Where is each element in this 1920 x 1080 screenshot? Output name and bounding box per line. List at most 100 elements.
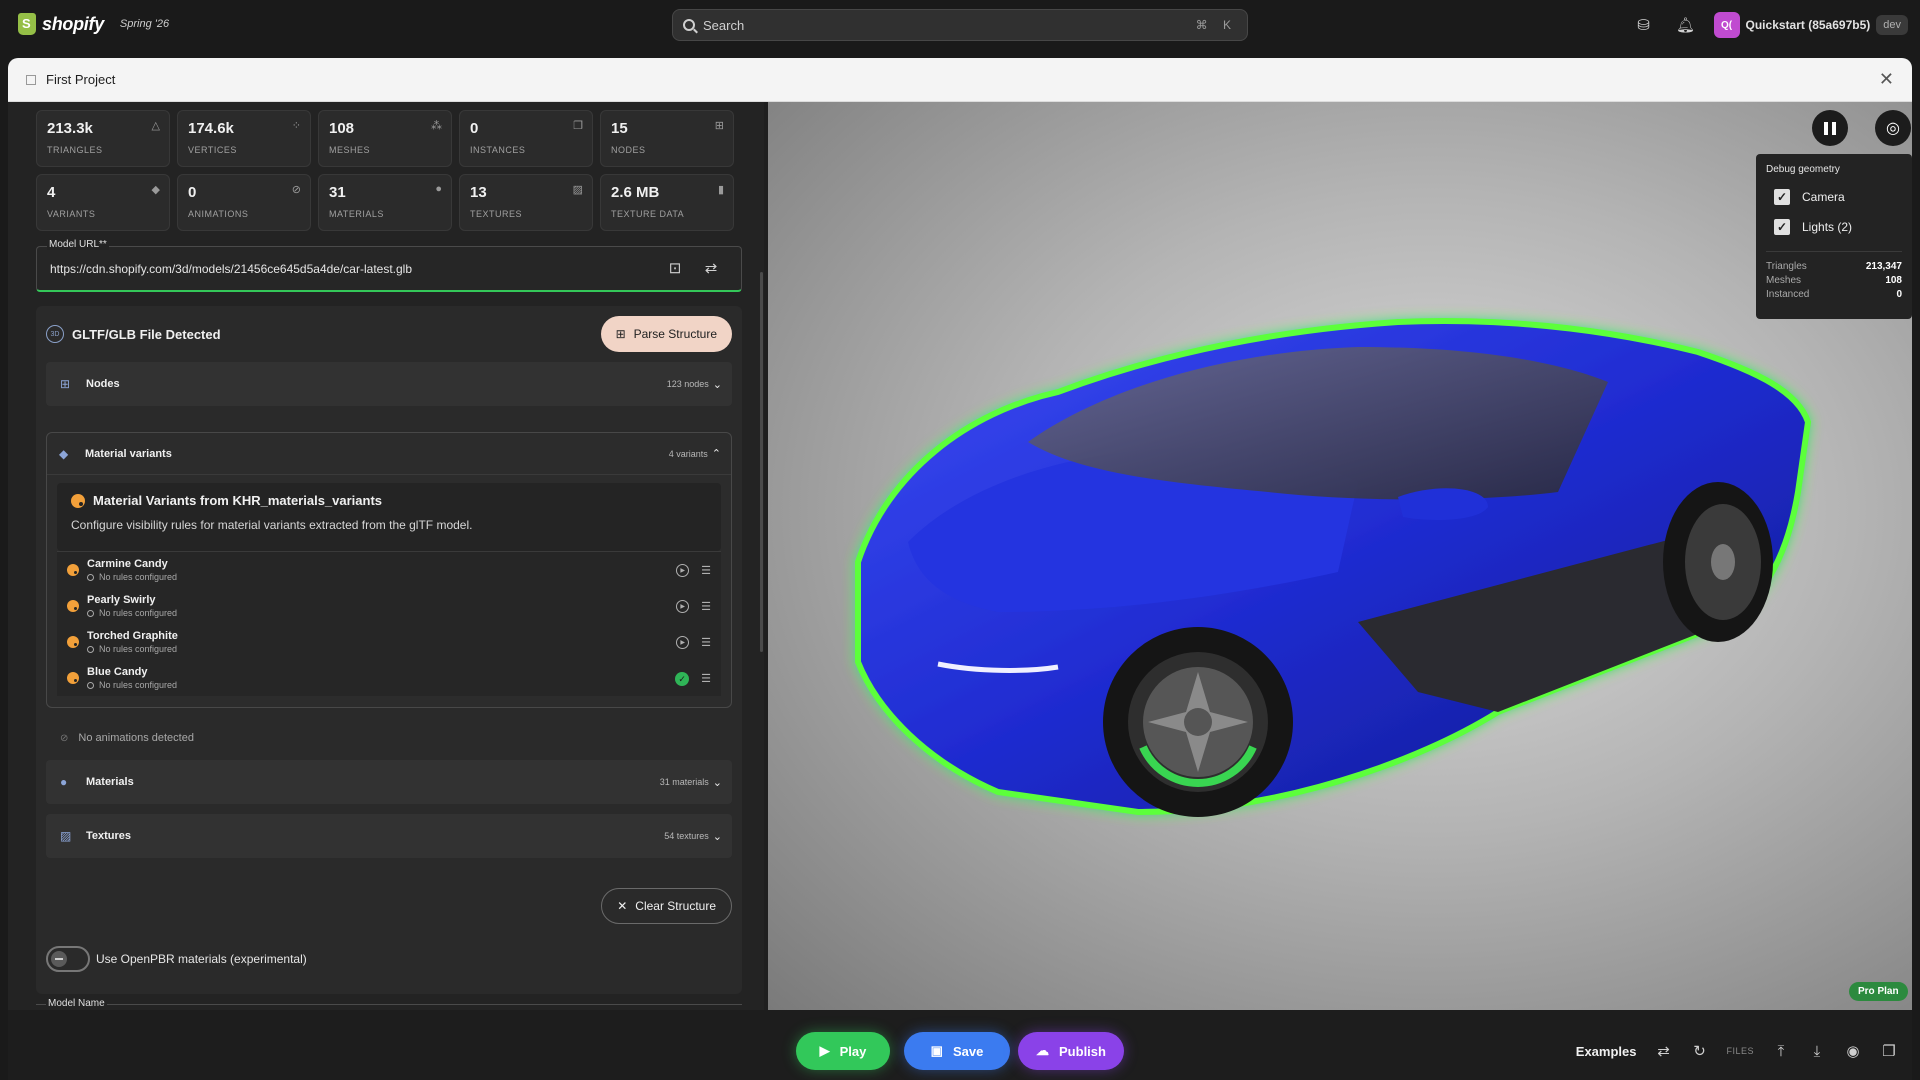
debug-stats: Triangles 213,347 Meshes 108 Instanced 0 <box>1766 251 1902 302</box>
lights-label: Lights (2) <box>1802 220 1853 234</box>
debug-stat-row: Meshes 108 <box>1766 274 1902 288</box>
dev-badge: dev <box>1876 15 1908 35</box>
palette-icon <box>67 564 79 576</box>
lights-checkbox[interactable]: ✓ <box>1774 219 1790 235</box>
variant-name: Torched Graphite <box>87 630 178 642</box>
model-url-label: Model URL** <box>47 239 109 250</box>
front-wheel <box>1103 627 1293 817</box>
debug-stat-row: Instanced 0 <box>1766 288 1902 302</box>
settings-sliders-icon[interactable]: ☰ <box>701 600 711 613</box>
gltf-card: 3D GLTF/GLB File Detected ⊞ Parse Struct… <box>36 306 742 994</box>
stat-label: VERTICES <box>188 145 237 155</box>
search-icon <box>683 19 695 31</box>
save-button[interactable]: ▣ Save <box>904 1032 1010 1070</box>
variant-item[interactable]: Pearly Swirly No rules configured ▶ ☰ <box>57 588 721 624</box>
season-label: Spring '26 <box>119 18 170 30</box>
top-right-controls: ⛁ 🔔︎ Q( Quickstart (85a697b5) dev <box>1630 11 1908 39</box>
camera-checkbox[interactable]: ✓ <box>1774 189 1790 205</box>
palette-icon <box>67 636 79 648</box>
stat-label: TEXTURE DATA <box>611 209 685 219</box>
swap-icon[interactable]: ⇄ <box>1654 1042 1672 1060</box>
active-check-icon[interactable]: ✓ <box>675 672 690 686</box>
stat-value: 4 <box>47 184 56 201</box>
store-switcher-icon[interactable]: ⛁ <box>1630 11 1658 39</box>
openpbr-toggle-row: Use OpenPBR materials (experimental) <box>46 946 307 972</box>
animation-icon: ⊘ <box>291 184 301 196</box>
swap-icon[interactable]: ⇄ <box>701 259 721 279</box>
material-variants-header[interactable]: ◆ Material variants 4 variants ⌃ <box>47 433 731 475</box>
car-model[interactable] <box>798 292 1848 852</box>
variant-item[interactable]: Carmine Candy No rules configured ▶ ☰ <box>57 552 721 588</box>
search-bar[interactable]: Search ⌘ K <box>672 9 1248 41</box>
settings-sliders-icon[interactable]: ☰ <box>701 636 711 649</box>
settings-sliders-icon[interactable]: ☰ <box>701 672 711 686</box>
lights-option[interactable]: ✓ Lights (2) <box>1774 219 1902 235</box>
search-shortcut: ⌘ K <box>1195 18 1237 32</box>
publish-button[interactable]: ☁ Publish <box>1018 1032 1124 1070</box>
parse-structure-label: Parse Structure <box>633 327 717 341</box>
nodes-count: 123 nodes <box>666 379 709 389</box>
stat-card-meshes: 108 MESHES ⁂ <box>318 110 452 167</box>
stat-card-animations: 0 ANIMATIONS ⊘ <box>177 174 311 231</box>
rear-wheel <box>1663 482 1773 642</box>
chevron-down-icon: ⌄ <box>712 378 722 391</box>
play-button[interactable]: ▶ Play <box>796 1032 890 1070</box>
reset-icon[interactable]: ↻ <box>1690 1042 1708 1060</box>
shopify-logo[interactable]: shopify Spring '26 <box>18 13 169 35</box>
pause-button[interactable] <box>1812 110 1848 146</box>
export-icon[interactable]: ◉ <box>1844 1042 1862 1060</box>
preview-variant-icon[interactable]: ▶ <box>676 564 690 577</box>
stat-label: TRIANGLES <box>47 145 103 155</box>
openpbr-toggle[interactable] <box>46 946 90 972</box>
scrollbar[interactable] <box>760 272 763 652</box>
stat-card-vertices: 174.6k VERTICES ⁘ <box>177 110 311 167</box>
close-icon[interactable]: ✕ <box>1879 69 1894 90</box>
materials-row[interactable]: ● Materials 31 materials ⌄ <box>46 760 732 804</box>
preview-variant-icon[interactable]: ▶ <box>676 600 690 613</box>
bell-icon[interactable]: 🔔︎ <box>1672 11 1700 39</box>
top-bar: shopify Spring '26 Search ⌘ K ⛁ 🔔︎ Q( Qu… <box>0 0 1920 50</box>
variant-item[interactable]: Torched Graphite No rules configured ▶ ☰ <box>57 624 721 660</box>
stat-value: 13 <box>470 184 487 201</box>
materials-count: 31 materials <box>659 777 709 787</box>
stat-label: NODES <box>611 145 646 155</box>
variants-info-panel: Material Variants from KHR_materials_var… <box>57 483 721 551</box>
palette-icon: ● <box>60 775 68 789</box>
stat-value: 15 <box>611 120 628 137</box>
download-icon[interactable]: ⤓ <box>1808 1043 1826 1060</box>
examples-button[interactable]: Examples <box>1576 1044 1637 1059</box>
stat-card-triangles: 213.3k TRIANGLES △ <box>36 110 170 167</box>
settings-sliders-icon[interactable]: ☰ <box>701 564 711 577</box>
ar-view-icon[interactable]: ⊡ <box>665 259 685 279</box>
parse-structure-button[interactable]: ⊞ Parse Structure <box>600 316 732 352</box>
textures-row[interactable]: ▨ Textures 54 textures ⌄ <box>46 814 732 858</box>
model-url-value[interactable]: https://cdn.shopify.com/3d/models/21456c… <box>50 262 412 276</box>
hide-debug-icon[interactable]: ◎ <box>1875 110 1911 146</box>
copy-icon[interactable]: ❐ <box>1880 1042 1898 1060</box>
stat-label: INSTANCES <box>470 145 526 155</box>
upload-icon[interactable]: ⤒ <box>1772 1043 1790 1060</box>
3d-file-icon: 3D <box>46 325 64 343</box>
camera-option[interactable]: ✓ Camera <box>1774 189 1902 205</box>
variant-status: No rules configured <box>99 680 178 690</box>
debug-stat-value: 213,347 <box>1865 261 1902 272</box>
openpbr-label: Use OpenPBR materials (experimental) <box>96 952 307 966</box>
nodes-row[interactable]: ⊞ Nodes 123 nodes ⌄ <box>46 362 732 406</box>
clear-structure-button[interactable]: ✕ Clear Structure <box>601 888 732 924</box>
debug-stat-value: 0 <box>1896 289 1902 300</box>
variants-count: 4 variants <box>668 448 708 459</box>
nodes-title: Nodes <box>86 378 120 390</box>
stats-grid: 213.3k TRIANGLES △ 174.6k VERTICES ⁘ 108 MESH… <box>36 110 742 231</box>
preview-variant-icon[interactable]: ▶ <box>676 636 690 649</box>
stat-card-texture-data: 2.6 MB TEXTURE DATA ▮ <box>600 174 734 231</box>
model-url-field[interactable]: Model URL** https://cdn.shopify.com/3d/m… <box>36 239 742 292</box>
variants-title: Material variants <box>85 447 172 460</box>
variant-item[interactable]: Blue Candy No rules configured ✓ ☰ <box>57 660 721 696</box>
3d-viewer[interactable]: ◎ Debug geometry ✓ Camera ✓ Lights (2) T… <box>768 102 1912 1010</box>
variant-name: Pearly Swirly <box>87 594 156 606</box>
debug-stat-value: 108 <box>1885 275 1902 286</box>
stat-card-materials: 31 MATERIALS ● <box>318 174 452 231</box>
cloud-upload-icon: ☁ <box>1036 1043 1050 1058</box>
store-menu[interactable]: Q( Quickstart (85a697b5) dev <box>1713 12 1908 38</box>
store-avatar: Q( <box>1713 12 1740 38</box>
